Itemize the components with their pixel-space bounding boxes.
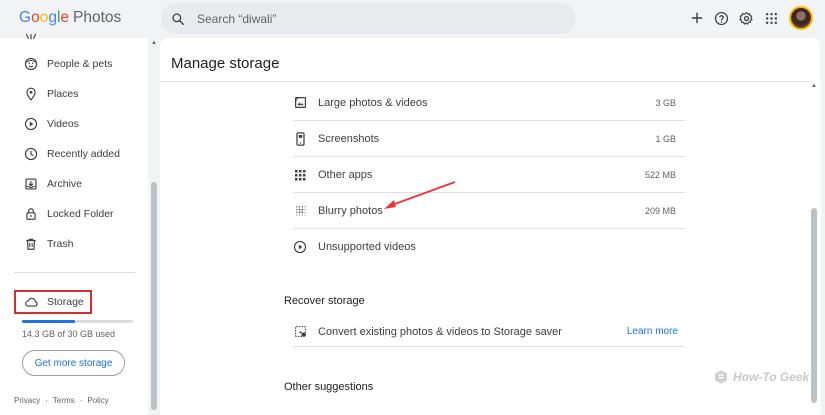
row-label: Screenshots <box>318 132 380 145</box>
logo-letter: G <box>19 9 32 26</box>
lock-icon <box>24 207 38 221</box>
logo-wordmark: Google <box>19 9 69 27</box>
add-icon[interactable] <box>689 11 704 26</box>
sidebar-scrollbar-thumb[interactable] <box>151 182 157 410</box>
storage-progress-fill <box>22 320 75 323</box>
face-icon <box>24 57 38 71</box>
location-pin-icon <box>24 87 38 101</box>
sidebar: People & pets Places Videos Recently add… <box>0 33 148 415</box>
row-label: Unsupported videos <box>318 241 416 253</box>
large-photo-icon <box>293 96 307 110</box>
top-actions <box>689 6 813 30</box>
watermark: How-To Geek <box>713 369 809 385</box>
main-scrollbar-thumb[interactable] <box>811 208 817 403</box>
logo-suffix: Photos <box>73 9 122 26</box>
grid-dots-icon <box>293 168 307 182</box>
sidebar-item-people-pets[interactable]: People & pets <box>24 54 112 74</box>
partial-icon <box>25 33 37 40</box>
row-size: 3 GB <box>655 97 676 108</box>
sidebar-item-label: Places <box>47 88 79 100</box>
row-size: 522 MB <box>644 169 676 180</box>
sidebar-item-label: Archive <box>47 178 83 190</box>
page-title: Manage storage <box>171 55 280 72</box>
storage-used-text: 14.3 GB of 30 GB used <box>22 329 116 339</box>
top-bar: Google Photos Search “diwali” <box>0 0 825 38</box>
footer-separator: · <box>45 396 48 405</box>
sidebar-item-locked-folder[interactable]: Locked Folder <box>24 204 114 224</box>
search-placeholder[interactable]: Search “diwali” <box>197 12 276 26</box>
row-size: 209 MB <box>644 205 676 216</box>
other-suggestions-heading: Other suggestions <box>284 381 374 393</box>
compress-photo-icon <box>293 325 307 339</box>
row-label: Blurry photos <box>318 204 383 217</box>
terms-link[interactable]: Terms <box>53 396 75 405</box>
manage-storage-panel: Manage storage Large photos & videos 3 G… <box>160 38 820 415</box>
get-more-storage-button[interactable]: Get more storage <box>22 350 125 376</box>
convert-storage-saver-row[interactable]: Convert existing photos & videos to Stor… <box>293 317 685 347</box>
archive-icon <box>24 177 38 191</box>
settings-icon[interactable] <box>739 11 754 26</box>
storage-label: Storage <box>47 296 84 308</box>
storage-row-unsupported-videos[interactable]: Unsupported videos <box>293 229 685 265</box>
row-label: Large photos & videos <box>318 96 428 109</box>
sidebar-item-trash[interactable]: Trash <box>24 234 73 254</box>
row-label: Convert existing photos & videos to Stor… <box>318 325 562 338</box>
sidebar-item-recently-added[interactable]: Recently added <box>24 144 120 164</box>
apps-icon[interactable] <box>764 11 779 26</box>
learn-more-link[interactable]: Learn more <box>627 326 678 337</box>
privacy-link[interactable]: Privacy <box>14 396 40 405</box>
sidebar-item-archive[interactable]: Archive <box>24 174 82 194</box>
cloud-icon <box>25 295 39 309</box>
sidebar-item-label: Recently added <box>47 148 120 160</box>
sidebar-item-label: People & pets <box>47 58 113 70</box>
play-circle-icon <box>293 240 307 254</box>
policy-link[interactable]: Policy <box>87 396 108 405</box>
storage-row-screenshots[interactable]: Screenshots 1 GB <box>293 121 685 157</box>
row-label: Other apps <box>318 168 373 181</box>
help-icon[interactable] <box>714 11 729 26</box>
watermark-logo-icon <box>715 370 727 384</box>
sidebar-item-storage[interactable]: Storage <box>14 290 92 314</box>
blur-icon <box>293 204 307 218</box>
trash-icon <box>24 237 38 251</box>
logo-letter: e <box>60 9 70 26</box>
logo-letter: o <box>31 9 40 26</box>
sidebar-item-label: Trash <box>47 238 74 250</box>
scroll-up-arrow-icon[interactable]: ▲ <box>151 40 157 46</box>
footer-separator: · <box>79 396 83 405</box>
phone-icon <box>293 131 307 146</box>
sidebar-item-label: Videos <box>47 118 79 130</box>
google-photos-logo[interactable]: Google Photos <box>19 9 121 27</box>
storage-row-other-apps[interactable]: Other apps 522 MB <box>293 157 685 193</box>
storage-progress-bar <box>22 320 133 323</box>
logo-letter: g <box>48 9 57 26</box>
footer-links: Privacy · Terms · Policy <box>14 396 109 405</box>
storage-row-large-photos[interactable]: Large photos & videos 3 GB <box>293 85 685 121</box>
sidebar-item-label: Locked Folder <box>47 208 114 220</box>
avatar[interactable] <box>789 6 813 30</box>
recover-storage-heading: Recover storage <box>284 295 365 307</box>
sidebar-divider <box>14 272 135 273</box>
sidebar-item-videos[interactable]: Videos <box>24 114 79 134</box>
play-circle-icon <box>24 117 38 131</box>
search-bar[interactable]: Search “diwali” <box>161 3 576 34</box>
clock-icon <box>24 147 38 161</box>
search-icon[interactable] <box>171 12 185 26</box>
scroll-up-arrow-icon[interactable]: ▲ <box>811 83 817 89</box>
watermark-text: How-To Geek <box>733 370 810 384</box>
row-size: 1 GB <box>655 133 676 144</box>
header-divider <box>160 81 820 82</box>
storage-row-blurry-photos[interactable]: Blurry photos 209 MB <box>293 193 685 229</box>
sidebar-item-places[interactable]: Places <box>24 84 79 104</box>
